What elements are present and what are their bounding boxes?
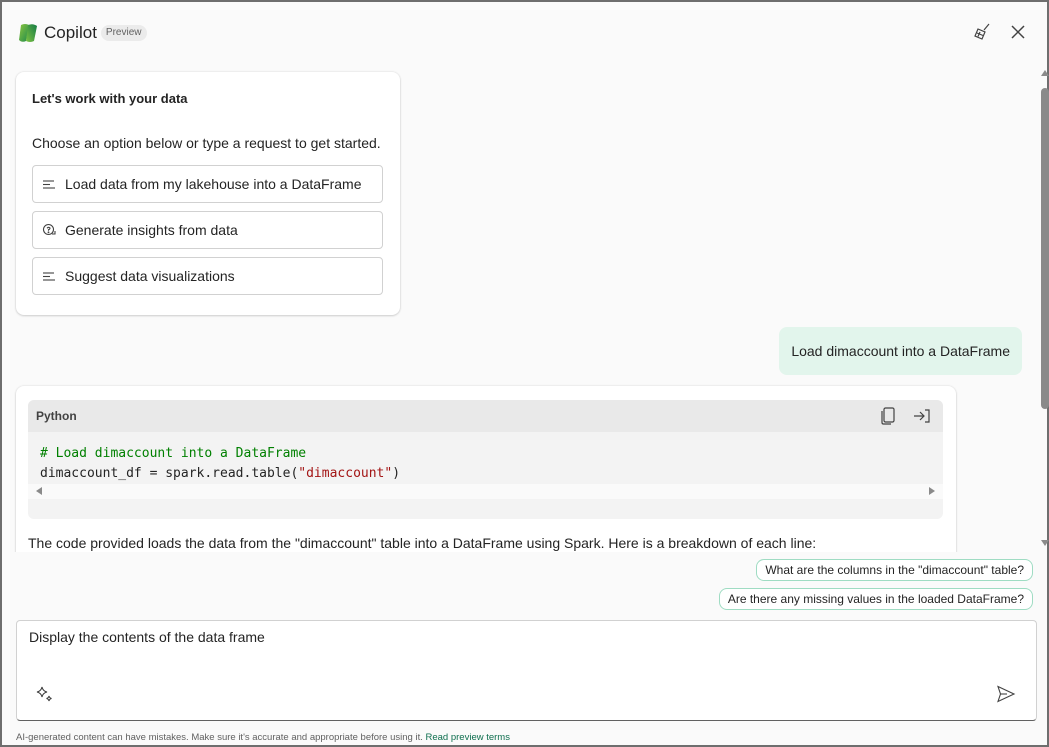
code-language: Python: [36, 409, 77, 423]
option-label: Generate insights from data: [65, 222, 238, 238]
chat-history: Let's work with your data Choose an opti…: [4, 64, 1040, 552]
welcome-subtitle: Choose an option below or type a request…: [32, 135, 381, 151]
code-line: dimaccount_df = spark.read.table("dimacc…: [40, 466, 401, 481]
close-button[interactable]: [1007, 21, 1029, 43]
read-preview-terms-link[interactable]: Read preview terms: [426, 732, 510, 743]
chat-question-icon: [42, 223, 56, 237]
code-block: Python # Load dimaccount into a DataFram…: [28, 400, 943, 519]
user-message: Load dimaccount into a DataFrame: [779, 327, 1022, 375]
scroll-up-arrow-icon[interactable]: [1041, 70, 1049, 76]
prompt-guide-button[interactable]: [35, 685, 55, 705]
option-label: Suggest data visualizations: [65, 268, 235, 284]
code-header: Python: [28, 400, 943, 432]
suggestion-chip[interactable]: What are the columns in the "dimaccount"…: [756, 559, 1033, 581]
scrollbar-thumb[interactable]: [1041, 88, 1049, 409]
send-icon: [997, 685, 1016, 703]
close-icon: [1011, 25, 1025, 39]
welcome-card: Let's work with your data Choose an opti…: [16, 72, 400, 315]
welcome-title: Let's work with your data: [32, 91, 188, 106]
option-load-data-button[interactable]: Load data from my lakehouse into a DataF…: [32, 165, 383, 203]
option-suggest-visualizations-button[interactable]: Suggest data visualizations: [32, 257, 383, 295]
preview-badge: Preview: [100, 25, 147, 41]
send-button[interactable]: [996, 685, 1018, 705]
insert-code-button[interactable]: [911, 405, 933, 427]
chat-vertical-scrollbar[interactable]: [1040, 70, 1049, 546]
copilot-pane: Copilot Preview Let's work with your dat…: [0, 0, 1049, 747]
clear-chat-button[interactable]: [971, 21, 993, 43]
chat-input[interactable]: Display the contents of the data frame: [29, 629, 989, 669]
text-lines-icon: [42, 177, 56, 191]
footer-disclaimer: AI-generated content can have mistakes. …: [16, 732, 510, 743]
copy-code-button[interactable]: [877, 405, 899, 427]
header: Copilot Preview: [16, 20, 147, 46]
response-text: The code provided loads the data from th…: [28, 535, 817, 551]
insert-icon: [914, 409, 930, 423]
suggestion-chip[interactable]: Are there any missing values in the load…: [718, 588, 1033, 610]
copilot-logo-icon: [19, 24, 37, 42]
chat-input-box: Display the contents of the data frame: [16, 620, 1037, 721]
text-lines-icon: [42, 269, 56, 283]
assistant-response: Python # Load dimaccount into a DataFram…: [16, 386, 956, 552]
disclaimer-text: AI-generated content can have mistakes. …: [16, 732, 423, 743]
app-title: Copilot: [44, 23, 97, 42]
sparkle-icon: [36, 686, 52, 702]
scroll-left-arrow-icon[interactable]: [36, 487, 42, 495]
broom-clear-icon: [974, 23, 990, 40]
option-label: Load data from my lakehouse into a DataF…: [65, 176, 362, 192]
scroll-right-arrow-icon[interactable]: [929, 487, 935, 495]
option-generate-insights-button[interactable]: Generate insights from data: [32, 211, 383, 249]
header-actions: [971, 21, 1029, 43]
scroll-down-arrow-icon[interactable]: [1041, 540, 1049, 546]
code-actions: [877, 405, 933, 427]
code-content: # Load dimaccount into a DataFrame dimac…: [28, 432, 943, 484]
code-comment: # Load dimaccount into a DataFrame: [40, 446, 307, 461]
code-horizontal-scrollbar[interactable]: [28, 484, 943, 499]
copy-icon: [881, 407, 895, 425]
